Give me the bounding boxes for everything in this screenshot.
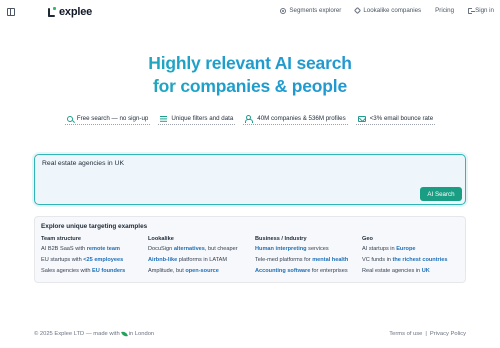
examples-panel: Explore unique targeting examples Team s…: [34, 216, 466, 283]
nav-segments-explorer[interactable]: Segments explorer: [280, 7, 341, 14]
nav-label: Lookalike companies: [363, 7, 422, 14]
copyright-text: © 2025 Explee LTD — made with: [34, 331, 120, 337]
example-query-link[interactable]: Accounting software for enterprises: [255, 268, 362, 279]
examples-column-header: Lookalike: [148, 236, 174, 242]
target-icon: [280, 7, 287, 14]
top-bar: explee Segments explorer Lookalike compa…: [0, 0, 500, 24]
nav-pricing[interactable]: Pricing: [435, 7, 454, 14]
example-query-link[interactable]: Human interpreting services: [255, 246, 362, 257]
sidebar-toggle-icon[interactable]: [7, 8, 15, 16]
search-icon: [66, 115, 73, 122]
search-input[interactable]: Real estate agencies in UK: [42, 160, 124, 167]
example-highlight: Europe: [396, 246, 416, 252]
logo[interactable]: explee: [48, 6, 92, 18]
nav-label: Segments explorer: [289, 7, 342, 14]
hero-line-1: Highly relevant AI search: [0, 52, 500, 75]
search-box[interactable]: Real estate agencies in UK AI Search: [34, 154, 466, 205]
example-highlight: Airbnb-like: [148, 257, 178, 263]
example-highlight: open-source: [185, 268, 219, 274]
feature-profiles: 40M companies & 536M profiles: [243, 115, 348, 125]
feature-bounce-rate: <3% email bounce rate: [355, 115, 436, 125]
filter-icon: [160, 115, 168, 122]
terms-link[interactable]: Terms of use: [389, 331, 422, 337]
example-highlight: mental health: [312, 257, 349, 263]
example-query-link[interactable]: Airbnb-like platforms in LATAM: [148, 257, 255, 268]
footer-links: Terms of use | Privacy Policy: [389, 331, 466, 337]
example-text: , but cheaper: [204, 246, 238, 252]
nav-lookalike-companies[interactable]: Lookalike companies: [354, 6, 422, 15]
example-query-link[interactable]: Real estate agencies in UK: [362, 268, 469, 279]
sign-in-icon: [468, 7, 476, 14]
hero-heading: Highly relevant AI search for companies …: [0, 52, 500, 98]
examples-column: Geo AI startups in Europe VC funds in the …: [362, 236, 469, 279]
example-query-link[interactable]: Amplitude, but open-source: [148, 268, 255, 279]
footer-separator: |: [425, 331, 427, 337]
example-highlight: alternatives: [173, 246, 205, 252]
example-query-link[interactable]: DocuSign alternatives, but cheaper: [148, 246, 255, 257]
footer-copyright: © 2025 Explee LTD — made with in London: [34, 330, 155, 338]
example-text: Tele-med platforms for: [255, 257, 313, 263]
example-text: AI startups in: [362, 246, 397, 252]
example-text: AI B2B SaaS with: [41, 246, 87, 252]
top-nav: Segments explorer Lookalike companies Pr…: [280, 6, 494, 15]
example-text: Amplitude, but: [148, 268, 186, 274]
example-text: VC funds in: [362, 257, 393, 263]
nav-label: Sign in: [475, 7, 494, 14]
examples-column: Lookalike DocuSign alternatives, but chea…: [148, 236, 255, 279]
example-query-link[interactable]: AI B2B SaaS with remote team: [41, 246, 148, 257]
logo-text: explee: [59, 6, 93, 18]
examples-column-header: Team structure: [41, 236, 81, 242]
example-query-link[interactable]: Tele-med platforms for mental health: [255, 257, 362, 268]
tag-icon: [354, 6, 362, 15]
logo-mark-icon: [48, 6, 57, 18]
example-text: services: [306, 246, 329, 252]
feature-list: Free search — no sign-up Unique filters …: [0, 115, 500, 125]
nav-label: Pricing: [435, 7, 455, 14]
examples-columns: Team structure AI B2B SaaS with remote te…: [41, 236, 469, 279]
example-highlight: <25 employees: [83, 257, 124, 263]
example-highlight: remote team: [86, 246, 120, 252]
examples-column-header: Geo: [362, 236, 373, 242]
people-icon: [245, 115, 254, 123]
example-highlight: UK: [421, 268, 430, 274]
feature-label: Unique filters and data: [171, 115, 234, 122]
example-query-link[interactable]: VC funds in the richest countries: [362, 257, 469, 268]
copyright-location: in London: [128, 331, 155, 337]
example-text: Sales agencies with: [41, 268, 92, 274]
example-highlight: EU founders: [92, 268, 126, 274]
examples-column: Team structure AI B2B SaaS with remote te…: [41, 236, 148, 279]
examples-column-header: Business / Industry: [255, 236, 307, 242]
example-text: platforms in LATAM: [177, 257, 228, 263]
example-query-link[interactable]: AI startups in Europe: [362, 246, 469, 257]
example-highlight: Human interpreting: [255, 246, 307, 252]
example-text: for enterprises: [310, 268, 348, 274]
hero-line-2: for companies & people: [0, 75, 500, 98]
examples-column: Business / Industry Human interpreting se…: [255, 236, 362, 279]
example-text: DocuSign: [148, 246, 174, 252]
example-query-link[interactable]: Sales agencies with EU founders: [41, 268, 148, 279]
example-query-link[interactable]: EU startups with <25 employees: [41, 257, 148, 268]
feature-unique-filters: Unique filters and data: [158, 115, 236, 125]
example-text: Real estate agencies in: [362, 268, 422, 274]
mail-icon: [357, 115, 366, 122]
feature-free-search: Free search — no sign-up: [64, 115, 151, 125]
feature-label: 40M companies & 536M profiles: [257, 115, 346, 122]
privacy-link[interactable]: Privacy Policy: [430, 331, 466, 337]
leaf-icon: [120, 330, 128, 338]
feature-label: Free search — no sign-up: [76, 115, 149, 122]
feature-label: <3% email bounce rate: [369, 115, 434, 122]
examples-title: Explore unique targeting examples: [41, 223, 148, 230]
example-highlight: the richest countries: [392, 257, 448, 263]
example-highlight: Accounting software: [255, 268, 311, 274]
example-text: EU startups with: [41, 257, 84, 263]
ai-search-button[interactable]: AI Search: [420, 187, 462, 201]
nav-sign-in[interactable]: Sign in: [468, 7, 494, 14]
